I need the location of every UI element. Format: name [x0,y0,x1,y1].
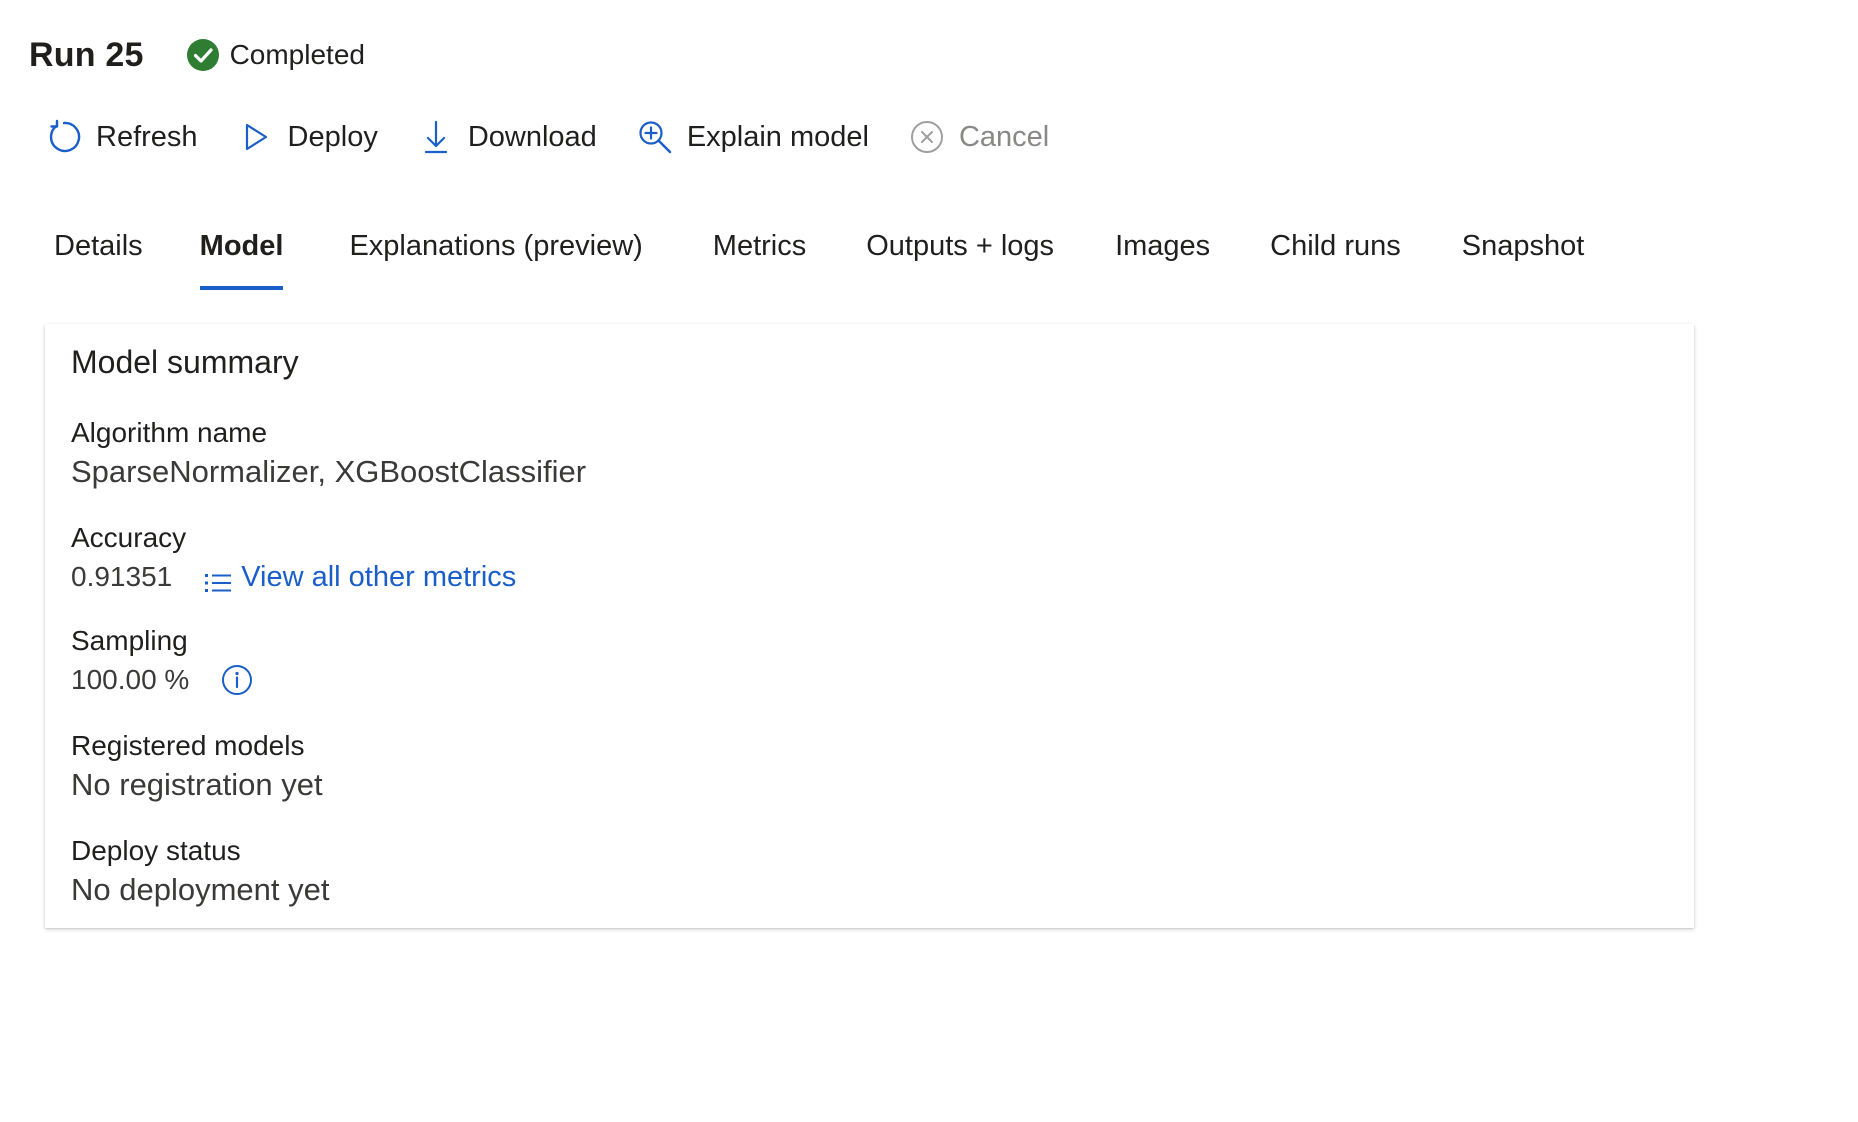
refresh-button[interactable]: Refresh [46,112,198,162]
model-summary-card: Model summary Algorithm name SparseNorma… [45,324,1694,928]
tab-details[interactable]: Details [54,222,143,290]
accuracy-row: 0.91351 View all other metrics [71,556,516,598]
view-all-metrics-text: View all other metrics [241,561,517,593]
cancel-button[interactable]: Cancel [909,112,1049,162]
download-icon [418,119,454,155]
command-bar: Refresh Deploy Download Explain model Ca… [46,112,1049,162]
status-badge: Completed [186,38,365,72]
tab-model[interactable]: Model [199,222,283,290]
tab-outputs-logs[interactable]: Outputs + logs [866,222,1054,290]
cancel-label: Cancel [958,120,1050,153]
page-title: Run 25 [29,35,144,74]
view-all-metrics-link[interactable]: View all other metrics [203,556,516,598]
deploy-status-field: Deploy status No deployment yet [71,833,329,911]
sampling-row: 100.00 % [71,659,253,701]
list-icon [203,565,233,592]
tab-snapshot[interactable]: Snapshot [1462,222,1585,290]
tab-bar: Details Model Explanations (preview) Met… [54,222,1584,290]
status-text: Completed [229,39,365,70]
explain-model-button[interactable]: Explain model [637,112,869,162]
sampling-label: Sampling [71,625,188,656]
run-header: Run 25 Completed [29,30,365,80]
algorithm-value: SparseNormalizer, XGBoostClassifier [71,454,587,489]
info-icon[interactable] [221,664,253,696]
card-title: Model summary [71,344,299,380]
tab-images[interactable]: Images [1115,222,1210,290]
deploy-label: Deploy [287,120,378,153]
tab-metrics[interactable]: Metrics [713,222,806,290]
registered-models-value: No registration yet [71,767,323,802]
play-icon [238,119,274,155]
download-button[interactable]: Download [418,112,597,162]
tab-explanations[interactable]: Explanations (preview) [349,222,642,290]
sampling-value: 100.00 % [71,664,190,695]
cancel-circle-icon [909,119,945,155]
deploy-status-value: No deployment yet [71,872,330,907]
deploy-status-label: Deploy status [71,835,241,866]
check-circle-icon [186,38,220,72]
sampling-field: Sampling 100.00 % [71,623,253,701]
accuracy-field: Accuracy 0.91351 View all other metrics [71,520,516,598]
refresh-icon [46,119,82,155]
tab-child-runs[interactable]: Child runs [1270,222,1401,290]
explain-model-label: Explain model [686,120,869,153]
algorithm-field: Algorithm name SparseNormalizer, XGBoost… [71,415,586,493]
deploy-button[interactable]: Deploy [238,112,378,162]
accuracy-value: 0.91351 [71,561,173,592]
registered-models-field: Registered models No registration yet [71,728,323,806]
refresh-label: Refresh [96,120,198,153]
algorithm-label: Algorithm name [71,417,268,448]
accuracy-label: Accuracy [71,522,187,553]
zoom-in-icon [637,119,673,155]
download-label: Download [467,120,597,153]
registered-models-label: Registered models [71,730,305,761]
